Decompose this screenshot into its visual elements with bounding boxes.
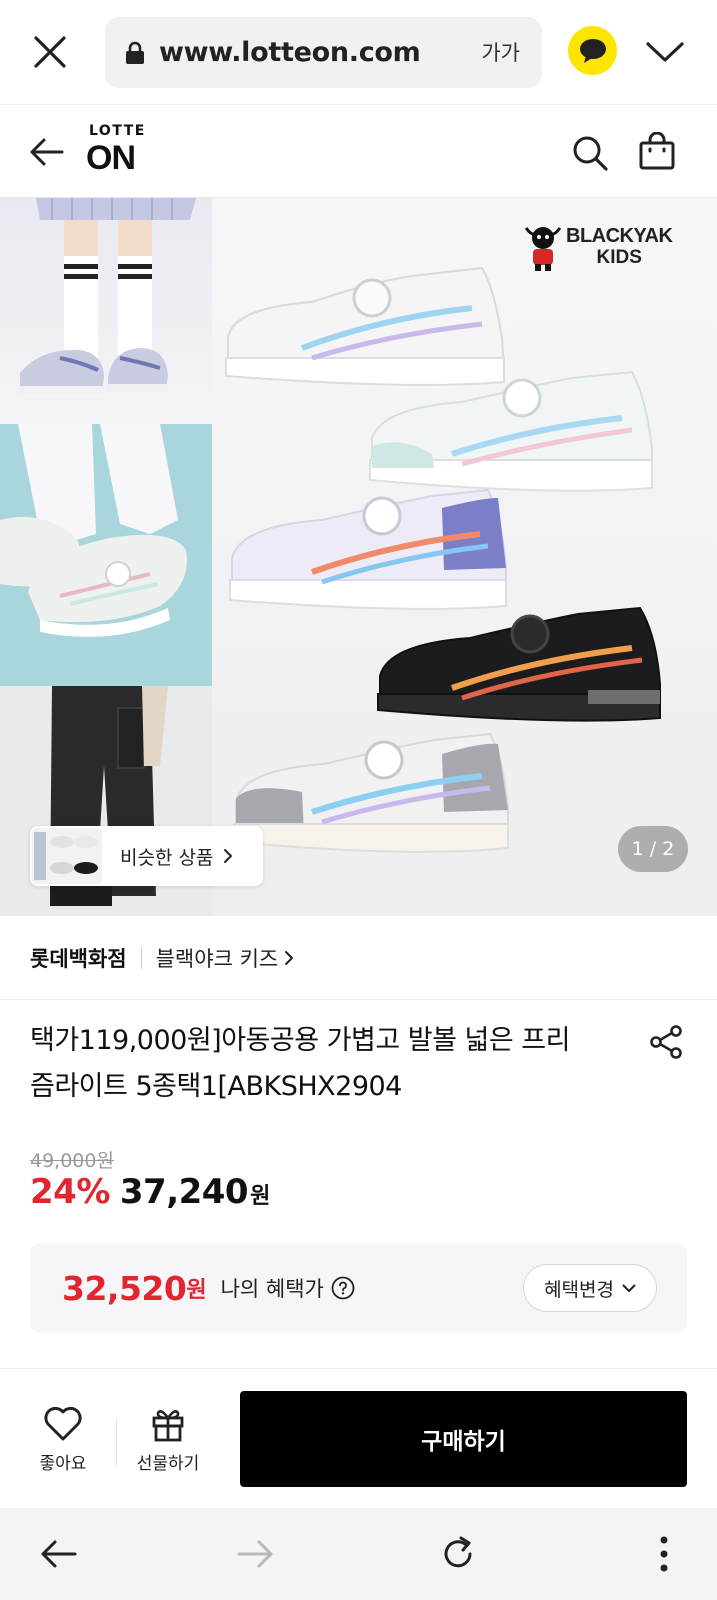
chevron-right-icon (284, 950, 294, 966)
shoe-lavender (229, 488, 507, 610)
product-lineup (212, 198, 717, 916)
buy-button[interactable]: 구매하기 (240, 1391, 687, 1487)
reload-icon (444, 1536, 472, 1568)
browser-reload-button[interactable] (436, 1532, 480, 1576)
benefit-change-label: 혜택변경 (544, 1278, 614, 1301)
help-icon[interactable] (330, 1275, 356, 1301)
browser-forward-button[interactable] (234, 1532, 278, 1576)
close-icon (34, 36, 66, 68)
brand-sub-text: KIDS (596, 247, 642, 268)
url-text: www.lotteon.com (159, 37, 421, 68)
benefit-price: 32,520 (62, 1268, 187, 1308)
product-title-line-1: 택가119,000원]아동공용 가볍고 발볼 넓은 프리 (30, 1025, 570, 1056)
like-button[interactable]: 좋아요 (30, 1405, 96, 1474)
browser-back-button[interactable] (36, 1532, 80, 1576)
heart-icon (44, 1406, 82, 1441)
browser-toolbar: www.lotteon.com 가가 (0, 0, 717, 104)
seller-info: 롯데백화점 블랙야크 키즈 (0, 916, 717, 1000)
share-button[interactable] (646, 1022, 686, 1062)
seller-divider (140, 946, 142, 969)
product-title: 택가119,000원]아동공용 가볍고 발볼 넓은 프리 즘라이트 5종택1[A… (30, 1018, 630, 1110)
discount-rate: 24% (30, 1172, 110, 1212)
image-page-indicator: 1 / 2 (618, 826, 688, 872)
benefit-change-button[interactable]: 혜택변경 (523, 1264, 657, 1312)
arrow-right-icon (237, 1540, 273, 1568)
arrow-left-icon (30, 138, 64, 166)
model-photo-1 (0, 198, 212, 424)
logo-top-text: LOTTE (89, 123, 146, 139)
lock-icon (123, 39, 147, 67)
app-header: LOTTE ON (0, 104, 717, 198)
sale-price: 37,240 (119, 1172, 249, 1212)
shoe-black (377, 606, 661, 722)
benefit-price-label: 나의 혜택가 (220, 1277, 324, 1301)
back-button[interactable] (25, 131, 67, 173)
expand-button[interactable] (640, 32, 690, 72)
brand-link[interactable]: 블랙야크 키즈 (156, 943, 279, 973)
product-title-line-2: 즘라이트 5종택1[ABKSHX2904 (30, 1071, 402, 1102)
purchase-action-bar: 좋아요 선물하기 구매하기 (0, 1368, 717, 1508)
shopping-bag-icon (639, 132, 675, 170)
logo-bottom-text: ON (86, 139, 136, 177)
similar-products-button[interactable]: 비슷한 상품 (30, 826, 263, 886)
action-divider (116, 1419, 117, 1465)
chevron-down-icon (622, 1284, 636, 1293)
original-price: 49,000원 (30, 1150, 114, 1172)
search-button[interactable] (568, 131, 612, 175)
like-label: 좋아요 (39, 1454, 87, 1474)
model-photos (0, 198, 212, 916)
share-icon (650, 1025, 682, 1059)
sale-price-unit: 원 (250, 1184, 271, 1209)
yak-mascot-icon (524, 227, 562, 271)
address-bar[interactable]: www.lotteon.com 가가 (105, 17, 542, 88)
close-tab-button[interactable] (28, 30, 72, 74)
browser-navigation-bar (0, 1508, 717, 1600)
benefit-price-box: 32,520 원 나의 혜택가 혜택변경 (30, 1244, 687, 1332)
shoe-grey (233, 732, 509, 853)
gift-icon (152, 1410, 184, 1442)
kakao-button[interactable] (568, 26, 617, 75)
similar-products-thumbnail (32, 828, 102, 884)
chevron-right-icon (223, 848, 233, 864)
sale-price-row: 24% 37,240 원 (30, 1172, 270, 1212)
arrow-left-icon (41, 1540, 77, 1568)
product-image-carousel[interactable]: BLACKYAK KIDS 비슷한 상품 1 / 2 (0, 198, 717, 916)
gift-button[interactable]: 선물하기 (130, 1405, 206, 1474)
chevron-down-icon (646, 42, 684, 62)
gift-label: 선물하기 (136, 1454, 200, 1474)
similar-products-label: 비슷한 상품 (120, 846, 214, 869)
more-vertical-icon (660, 1536, 668, 1572)
blackyak-kids-logo: BLACKYAK KIDS (524, 222, 673, 272)
text-size-button[interactable]: 가가 (481, 37, 520, 67)
browser-menu-button[interactable] (642, 1532, 686, 1576)
seller-name[interactable]: 롯데백화점 (30, 943, 127, 973)
shoe-mint (369, 370, 653, 492)
model-photo-2 (0, 424, 212, 686)
brand-name-text: BLACKYAK (566, 225, 673, 247)
shoe-white-silver (225, 266, 506, 386)
search-icon (573, 136, 608, 171)
benefit-price-unit: 원 (186, 1278, 207, 1303)
lotteon-logo[interactable]: LOTTE ON (86, 123, 146, 177)
chat-bubble-icon (579, 38, 606, 63)
cart-button[interactable] (635, 129, 679, 173)
